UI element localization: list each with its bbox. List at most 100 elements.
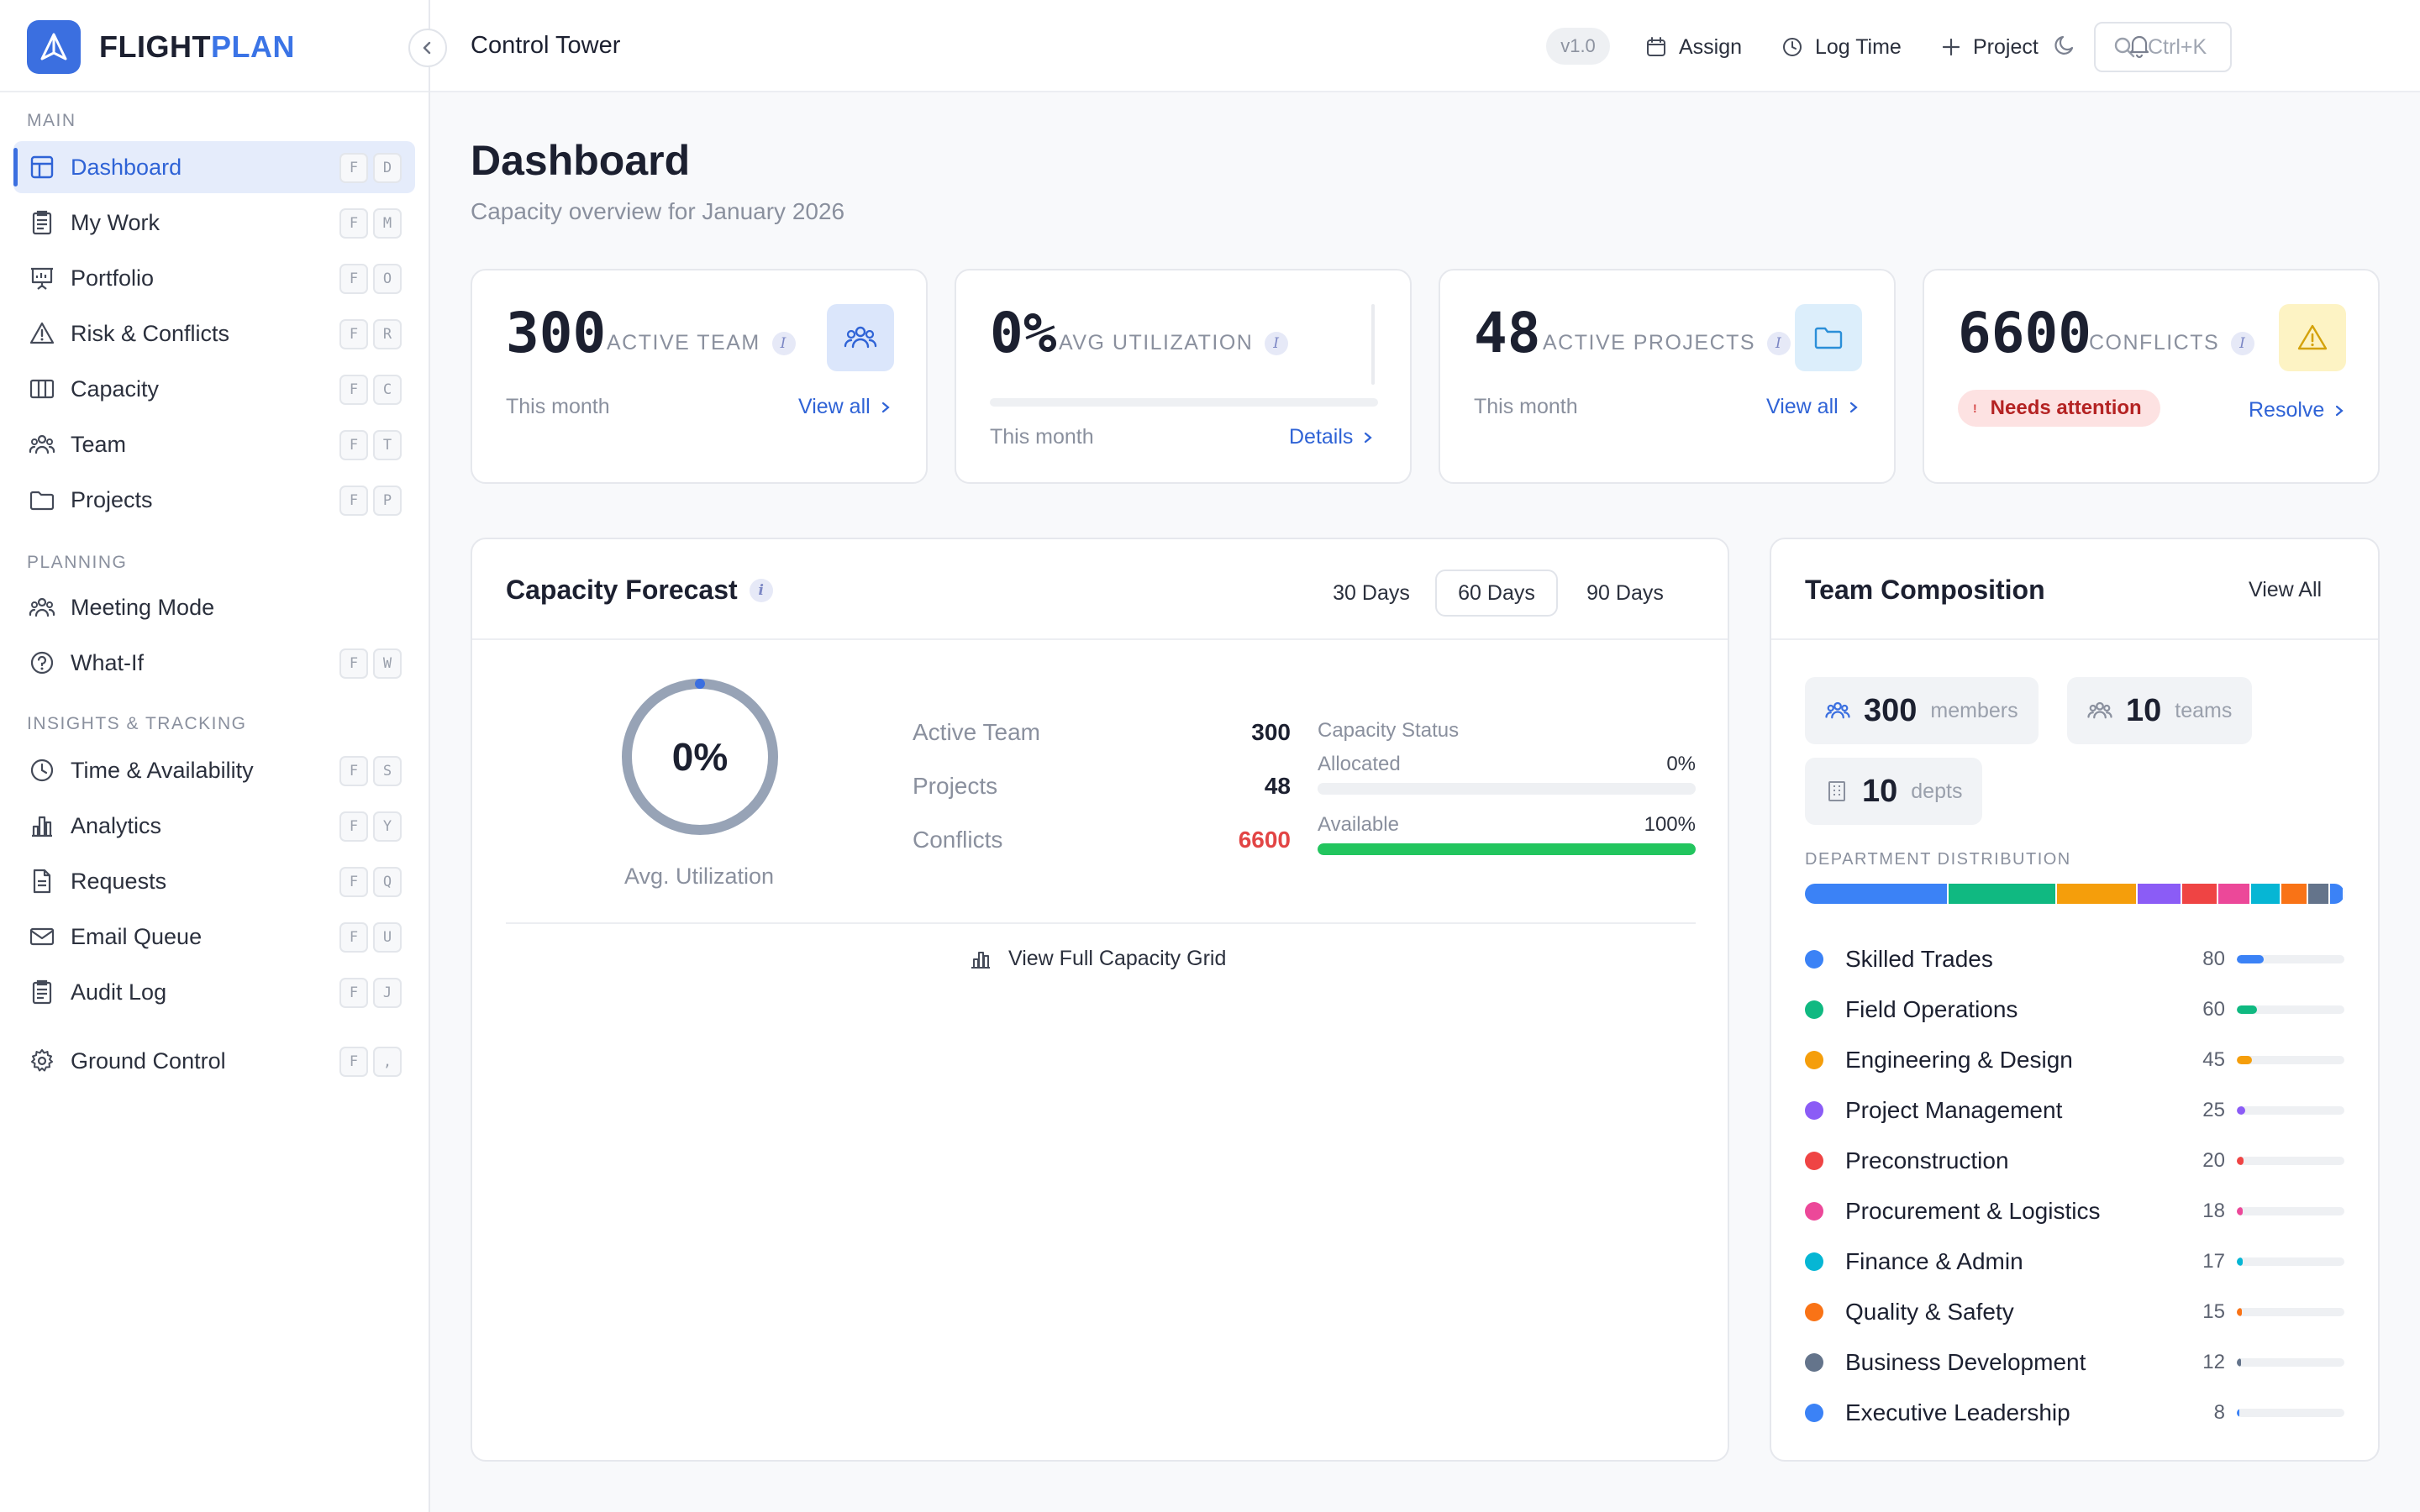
view-all-projects-link[interactable]: View all xyxy=(1766,395,1860,419)
section-label-insights: INSIGHTS & TRACKING xyxy=(27,714,247,733)
moon-icon xyxy=(2054,35,2074,55)
shortcut-key: F xyxy=(339,922,368,953)
section-label-planning: PLANNING xyxy=(27,553,128,572)
department-row-engineering-design[interactable]: Engineering & Design 45 xyxy=(1805,1043,2344,1077)
keyboard-shortcut: FC xyxy=(339,375,402,405)
stat-label: AVG UTILIZATION i xyxy=(1059,331,1289,355)
brand[interactable]: FLIGHTPLAN xyxy=(27,20,295,74)
keyboard-shortcut: FY xyxy=(339,811,402,842)
sidebar-item-projects[interactable]: Projects F P xyxy=(13,474,415,526)
sidebar-item-capacity[interactable]: Capacity F C xyxy=(13,363,415,415)
sidebar-item-ground-control[interactable]: Ground Control F, xyxy=(13,1035,415,1087)
department-row-executive-leadership[interactable]: Executive Leadership 8 xyxy=(1805,1396,2344,1430)
alert-icon: ! xyxy=(1973,402,1977,415)
keyboard-shortcut: FQ xyxy=(339,867,402,897)
available-bar-fill xyxy=(1318,843,1696,855)
department-row-project-management[interactable]: Project Management 25 xyxy=(1805,1094,2344,1127)
resolve-link[interactable]: Resolve xyxy=(2249,398,2346,423)
chevron-right-icon xyxy=(1849,402,1858,412)
assign-label: Assign xyxy=(1679,34,1743,59)
department-name: Preconstruction xyxy=(1845,1147,2009,1173)
keyboard-shortcut: FJ xyxy=(339,978,402,1008)
gear-icon xyxy=(29,1047,55,1074)
department-row-skilled-trades[interactable]: Skilled Trades 80 xyxy=(1805,942,2344,976)
distribution-segment-preconstruction xyxy=(2182,884,2219,904)
department-name: Engineering & Design xyxy=(1845,1047,2073,1073)
assign-button[interactable]: Assign xyxy=(1645,29,1742,66)
tab-90-days[interactable]: 90 Days xyxy=(1566,570,1684,617)
department-name: Business Development xyxy=(1845,1349,2086,1375)
presentation-icon xyxy=(29,265,55,291)
search-input[interactable]: Ctrl+K xyxy=(2094,22,2232,72)
department-bar-fill xyxy=(2237,1005,2257,1014)
department-bar-track xyxy=(2237,1409,2344,1417)
distribution-segment-field-operations xyxy=(1949,884,2057,904)
department-distribution-title: DEPARTMENT DISTRIBUTION xyxy=(1805,850,2071,869)
department-row-business-development[interactable]: Business Development 12 xyxy=(1805,1346,2344,1379)
available-label: Available xyxy=(1318,813,1399,836)
shortcut-key: F xyxy=(339,208,368,239)
keyboard-shortcut: FM xyxy=(339,208,402,239)
sidebar-item-team[interactable]: Team F T xyxy=(13,418,415,470)
team-icon xyxy=(1825,701,1850,719)
needs-attention-label: Needs attention xyxy=(1990,396,2142,419)
department-name: Procurement & Logistics xyxy=(1845,1198,2101,1224)
shortcut-key: F xyxy=(339,153,368,183)
department-row-quality-safety[interactable]: Quality & Safety 15 xyxy=(1805,1295,2344,1329)
info-icon[interactable]: i xyxy=(749,578,773,602)
info-icon[interactable]: i xyxy=(1767,331,1791,355)
sidebar-item-risk-conflicts[interactable]: Risk & Conflicts F R xyxy=(13,307,415,360)
stat-label: CONFLICTS i xyxy=(2089,331,2255,355)
shortcut-key: R xyxy=(373,319,402,349)
department-bar-track xyxy=(2237,1157,2344,1165)
sidebar-item-label: What-If xyxy=(71,649,145,675)
department-row-field-operations[interactable]: Field Operations 60 xyxy=(1805,993,2344,1026)
department-color-dot xyxy=(1805,1202,1823,1221)
team-icon xyxy=(827,304,894,371)
sidebar-item-what-if[interactable]: What-If F W xyxy=(13,637,415,689)
notifications-button[interactable] xyxy=(2126,32,2153,59)
sidebar-item-portfolio[interactable]: Portfolio F O xyxy=(13,252,415,304)
department-name: Quality & Safety xyxy=(1845,1299,2014,1325)
sidebar-item-requests[interactable]: Requests F Q xyxy=(13,855,415,907)
sidebar-item-analytics[interactable]: Analytics F Y xyxy=(13,800,415,852)
sidebar-item-meeting-mode[interactable]: Meeting Mode xyxy=(13,581,415,633)
view-all-team-link[interactable]: View all xyxy=(798,395,892,419)
team-composition-title: Team Composition xyxy=(1805,575,2045,605)
details-link[interactable]: Details xyxy=(1289,425,1375,449)
logo-icon xyxy=(27,20,81,74)
info-icon[interactable]: i xyxy=(2231,331,2255,355)
department-color-dot xyxy=(1805,1152,1823,1170)
department-bar-fill xyxy=(2237,1409,2240,1417)
department-row-procurement-logistics[interactable]: Procurement & Logistics 18 xyxy=(1805,1194,2344,1228)
tab-60-days[interactable]: 60 Days xyxy=(1435,570,1558,617)
department-row-preconstruction[interactable]: Preconstruction 20 xyxy=(1805,1144,2344,1178)
new-project-button[interactable]: Project xyxy=(1941,29,2039,66)
dark-mode-toggle[interactable] xyxy=(2052,32,2079,59)
depts-label: depts xyxy=(1911,779,1963,803)
sidebar-item-my-work[interactable]: My Work F M xyxy=(13,197,415,249)
stat-card-active-team: 300 ACTIVE TEAM i This month View all xyxy=(471,269,928,484)
department-name: Finance & Admin xyxy=(1845,1248,2023,1274)
sidebar-item-dashboard[interactable]: Dashboard F D xyxy=(13,141,415,193)
distribution-segment-project-management xyxy=(2137,884,2183,904)
stat-foot: This month xyxy=(1474,395,1578,418)
sidebar: FLIGHTPLAN MAIN PLANNING INSIGHTS & TRAC… xyxy=(0,0,430,1512)
log-time-button[interactable]: Log Time xyxy=(1781,29,1902,66)
collapse-sidebar-button[interactable] xyxy=(408,29,447,67)
shortcut-key: F xyxy=(339,648,368,679)
view-full-capacity-grid-link[interactable]: View Full Capacity Grid xyxy=(968,946,1226,971)
department-row-finance-admin[interactable]: Finance & Admin 17 xyxy=(1805,1245,2344,1278)
sidebar-item-email-queue[interactable]: Email Queue F U xyxy=(13,911,415,963)
view-all-button[interactable]: View All xyxy=(2249,578,2322,602)
details-label: Details xyxy=(1289,425,1354,449)
plus-icon xyxy=(1941,37,1961,57)
sidebar-item-audit-log[interactable]: Audit Log F J xyxy=(13,966,415,1018)
info-icon[interactable]: i xyxy=(771,331,796,355)
shortcut-key: F xyxy=(339,756,368,786)
tab-30-days[interactable]: 30 Days xyxy=(1313,570,1430,617)
metric-value: 48 xyxy=(1264,773,1291,799)
sidebar-item-time-availability[interactable]: Time & Availability F S xyxy=(13,744,415,796)
dashboard-icon xyxy=(29,154,55,181)
info-icon[interactable]: i xyxy=(1265,331,1289,355)
